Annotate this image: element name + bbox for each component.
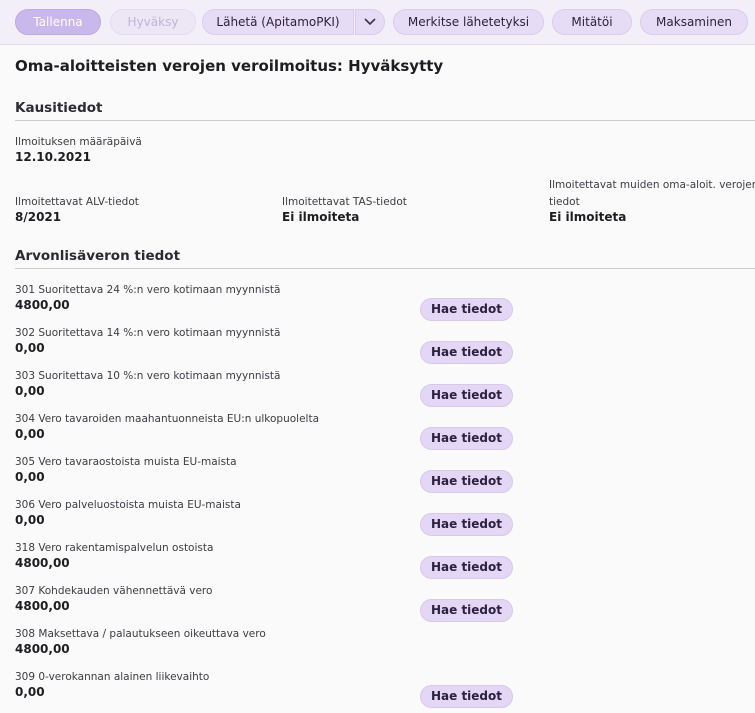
vat-row-label: 305 Vero tavaraostoista muista EU-maista xyxy=(15,456,237,468)
vat-row-value: 0,00 xyxy=(15,513,45,527)
period-section-heading: Kausitiedot xyxy=(15,100,103,116)
tas-period-label: Ilmoitettavat TAS-tiedot xyxy=(282,196,407,208)
vat-row-label: 302 Suoritettava 14 %:n vero kotimaan my… xyxy=(15,327,281,339)
fetch-data-button[interactable]: Hae tiedot xyxy=(420,470,513,493)
vat-row-label: 301 Suoritettava 24 %:n vero kotimaan my… xyxy=(15,284,281,296)
vat-row-value: 0,00 xyxy=(15,341,45,355)
fetch-data-button[interactable]: Hae tiedot xyxy=(420,599,513,622)
vat-period-value: 8/2021 xyxy=(15,210,62,224)
vat-row-value: 0,00 xyxy=(15,470,45,484)
cancel-button[interactable]: Mitätöi xyxy=(552,9,632,35)
section-divider xyxy=(15,120,755,121)
fetch-data-button[interactable]: Hae tiedot xyxy=(420,685,513,708)
tas-period-value: Ei ilmoiteta xyxy=(282,210,360,224)
payment-button[interactable]: Maksaminen xyxy=(640,9,748,35)
approve-button[interactable]: Hyväksy xyxy=(110,9,196,35)
vat-row-value: 0,00 xyxy=(15,384,45,398)
vat-section-heading: Arvonlisäveron tiedot xyxy=(15,248,181,264)
due-date-value: 12.10.2021 xyxy=(15,150,91,164)
send-button[interactable]: Lähetä (ApitamoPKI) xyxy=(202,9,354,35)
fetch-data-button[interactable]: Hae tiedot xyxy=(420,513,513,536)
vat-row-value: 4800,00 xyxy=(15,599,70,613)
vat-row-label: 307 Kohdekauden vähennettävä vero xyxy=(15,585,213,597)
send-options-dropdown[interactable] xyxy=(355,9,385,35)
fetch-data-button[interactable]: Hae tiedot xyxy=(420,341,513,364)
fetch-data-button[interactable]: Hae tiedot xyxy=(420,298,513,321)
vat-row-value: 0,00 xyxy=(15,427,45,441)
fetch-data-button[interactable]: Hae tiedot xyxy=(420,384,513,407)
vat-row-label: 309 0-verokannan alainen liikevaihto xyxy=(15,671,210,683)
vat-row-label: 308 Maksettava / palautukseen oikeuttava… xyxy=(15,628,266,640)
action-toolbar: Tallenna Hyväksy Lähetä (ApitamoPKI) Mer… xyxy=(0,0,755,45)
save-button[interactable]: Tallenna xyxy=(15,9,101,35)
vat-row-label: 318 Vero rakentamispalvelun ostoista xyxy=(15,542,214,554)
vat-row-value: 4800,00 xyxy=(15,642,70,656)
vat-row-label: 306 Vero palveluostoista muista EU-maist… xyxy=(15,499,241,511)
vat-row-value: 0,00 xyxy=(15,685,45,699)
vat-row-value: 4800,00 xyxy=(15,298,70,312)
other-taxes-value: Ei ilmoiteta xyxy=(549,210,627,224)
fetch-data-button[interactable]: Hae tiedot xyxy=(420,427,513,450)
vat-period-label: Ilmoitettavat ALV-tiedot xyxy=(15,196,139,208)
due-date-label: Ilmoituksen määräpäivä xyxy=(15,136,142,148)
section-divider xyxy=(15,268,755,269)
vat-row-label: 304 Vero tavaroiden maahantuonneista EU:… xyxy=(15,413,320,425)
chevron-down-icon xyxy=(364,18,376,26)
vat-row-value: 4800,00 xyxy=(15,556,70,570)
mark-sent-button[interactable]: Merkitse lähetetyksi xyxy=(393,9,544,35)
page-title: Oma-aloitteisten verojen veroilmoitus: H… xyxy=(15,57,444,75)
vat-row-label: 303 Suoritettava 10 %:n vero kotimaan my… xyxy=(15,370,281,382)
fetch-data-button[interactable]: Hae tiedot xyxy=(420,556,513,579)
other-taxes-label: Ilmoitettavat muiden oma-aloit. verojen … xyxy=(549,179,755,208)
